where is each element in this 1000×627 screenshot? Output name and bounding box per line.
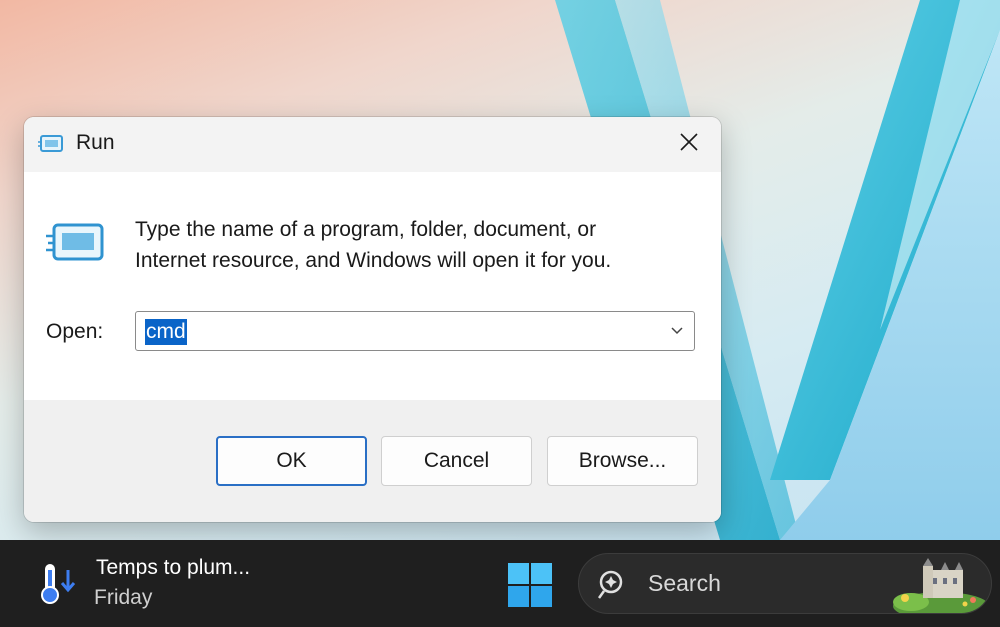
cancel-button[interactable]: Cancel: [381, 436, 532, 486]
thermometer-icon[interactable]: [38, 562, 78, 611]
weather-title[interactable]: Temps to plum...: [96, 556, 250, 580]
search-highlight-illustration[interactable]: [881, 554, 991, 613]
search-icon: [597, 569, 632, 606]
open-combobox[interactable]: cmd: [135, 311, 695, 351]
run-icon: [46, 222, 106, 271]
dialog-description: Type the name of a program, folder, docu…: [135, 214, 695, 276]
dialog-content: Type the name of a program, folder, docu…: [24, 172, 721, 400]
open-label: Open:: [46, 320, 104, 343]
weather-subtitle[interactable]: Friday: [94, 586, 152, 610]
open-input-value[interactable]: cmd: [145, 319, 187, 345]
dialog-title: Run: [76, 131, 115, 154]
run-icon: [38, 134, 64, 159]
ok-button[interactable]: OK: [216, 436, 367, 486]
taskbar: Temps to plum... Friday Search: [0, 540, 1000, 627]
title-bar[interactable]: Run: [24, 117, 721, 172]
description-line: Type the name of a program, folder, docu…: [135, 218, 597, 241]
close-icon: [679, 132, 699, 157]
windows-start-icon[interactable]: [507, 562, 553, 613]
dialog-footer: OK Cancel Browse...: [24, 400, 721, 522]
chevron-down-icon[interactable]: [670, 324, 684, 343]
taskbar-search-box[interactable]: Search: [578, 553, 992, 614]
search-placeholder: Search: [648, 570, 721, 596]
close-button[interactable]: [657, 117, 721, 172]
description-line: Internet resource, and Windows will open…: [135, 249, 612, 272]
run-dialog: Run Type the name of a program, folder, …: [24, 117, 721, 522]
browse-button[interactable]: Browse...: [547, 436, 698, 486]
